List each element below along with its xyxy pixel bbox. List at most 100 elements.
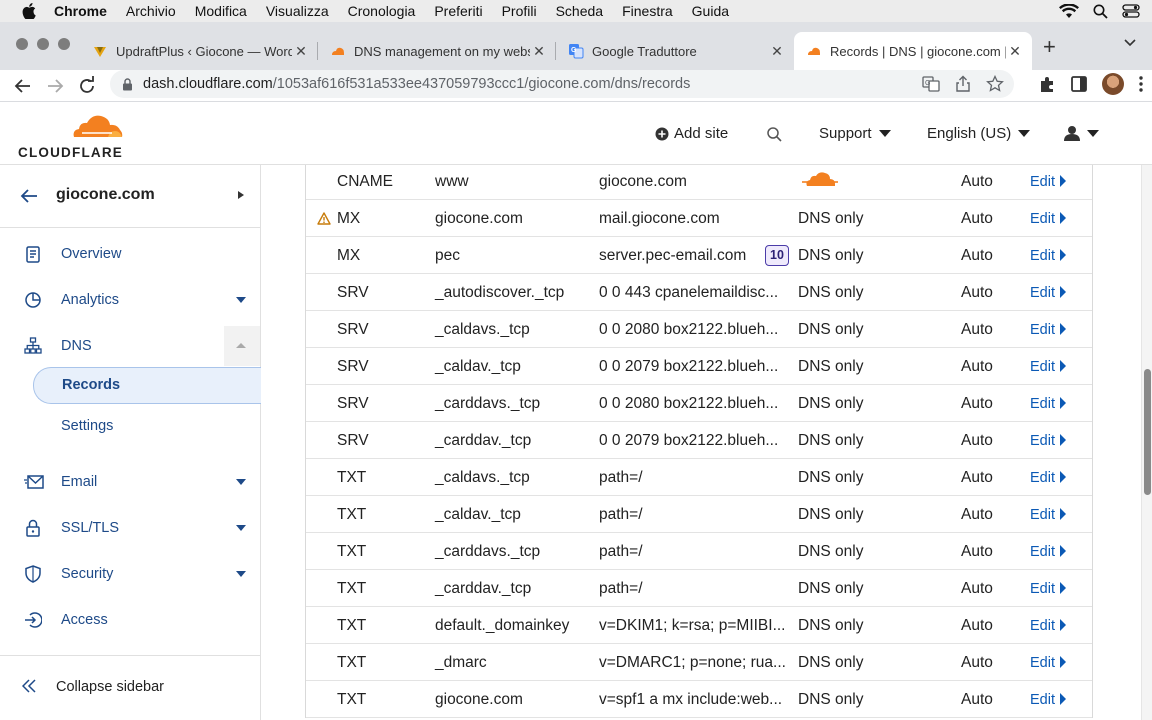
back-arrow-icon[interactable] <box>20 188 38 204</box>
sidebar-item-security[interactable]: Security <box>0 554 260 594</box>
record-name: _carddavs._tcp <box>435 543 541 560</box>
sidebar-item-label: Security <box>61 566 114 582</box>
kebab-menu-icon[interactable] <box>1138 75 1144 93</box>
dns-record-row[interactable]: TXT giocone.com v=spf1 a mx include:web...… <box>306 681 1092 718</box>
sidebar-item-analytics[interactable]: Analytics <box>0 280 260 320</box>
dns-record-row[interactable]: TXT _carddavs._tcp path=/ DNS only Auto Edit <box>306 533 1092 570</box>
browser-tab-records-dns[interactable]: Records | DNS | giocone.com | ✕ <box>794 32 1032 70</box>
edit-record-button[interactable]: Edit <box>1030 581 1066 597</box>
bookmark-star-icon[interactable] <box>986 75 1004 93</box>
chevron-down-icon[interactable] <box>236 479 246 485</box>
profile-avatar[interactable] <box>1102 73 1124 95</box>
dns-record-row[interactable]: TXT default._domainkey v=DKIM1; k=rsa; p=M… <box>306 607 1092 644</box>
sidebar-item-overview[interactable]: Overview <box>0 234 260 274</box>
new-tab-button[interactable]: + <box>1043 34 1056 60</box>
lock-icon[interactable] <box>122 77 133 91</box>
chevron-up-icon[interactable] <box>224 326 260 366</box>
edit-record-button[interactable]: Edit <box>1030 285 1066 301</box>
tab-search-chevron-icon[interactable] <box>1124 39 1136 47</box>
edit-record-button[interactable]: Edit <box>1030 507 1066 523</box>
dns-record-row[interactable]: MX giocone.com mail.giocone.com DNS only Aut… <box>306 200 1092 237</box>
close-tab-icon[interactable]: ✕ <box>768 43 786 60</box>
search-icon[interactable] <box>766 126 783 143</box>
share-icon[interactable] <box>954 75 972 93</box>
close-tab-icon[interactable]: ✕ <box>1006 43 1024 60</box>
edit-record-button[interactable]: Edit <box>1030 618 1066 634</box>
extensions-puzzle-icon[interactable] <box>1038 75 1056 93</box>
dns-record-row[interactable]: TXT _carddav._tcp path=/ DNS only Auto Edit <box>306 570 1092 607</box>
dns-record-row[interactable]: SRV _carddavs._tcp 0 0 2080 box2122.blueh.… <box>306 385 1092 422</box>
dns-record-row[interactable]: TXT _caldav._tcp path=/ DNS only Auto Edit <box>306 496 1092 533</box>
zone-selector[interactable]: giocone.com <box>0 165 260 228</box>
menu-chrome[interactable]: Chrome <box>54 3 107 19</box>
sidebar-subitem-records[interactable]: Records <box>33 367 261 404</box>
edit-record-button[interactable]: Edit <box>1030 211 1066 227</box>
page-scrollbar[interactable] <box>1141 165 1152 720</box>
browser-tab-dns-management[interactable]: DNS management on my webs ✕ <box>318 32 556 70</box>
edit-record-button[interactable]: Edit <box>1030 544 1066 560</box>
spotlight-search-icon[interactable] <box>1093 4 1108 19</box>
dns-record-row[interactable]: TXT _caldavs._tcp path=/ DNS only Auto Edit <box>306 459 1092 496</box>
chevron-down-icon[interactable] <box>236 571 246 577</box>
sidebar-subitem-settings[interactable]: Settings <box>61 418 113 434</box>
sidebar-item-label: Overview <box>61 246 122 262</box>
chevron-right-icon[interactable] <box>238 191 244 199</box>
control-center-icon[interactable] <box>1122 4 1140 18</box>
edit-record-button[interactable]: Edit <box>1030 433 1066 449</box>
forward-arrow-icon[interactable] <box>44 75 66 97</box>
zoom-window-button[interactable] <box>58 38 70 50</box>
warning-icon[interactable] <box>317 212 331 225</box>
edit-record-button[interactable]: Edit <box>1030 174 1066 190</box>
menu-guida[interactable]: Guida <box>692 3 729 19</box>
dns-record-row[interactable]: SRV _autodiscover._tcp 0 0 443 cpanelemail… <box>306 274 1092 311</box>
menu-preferiti[interactable]: Preferiti <box>434 3 482 19</box>
minimize-window-button[interactable] <box>37 38 49 50</box>
apple-icon[interactable] <box>20 3 38 19</box>
dns-record-row[interactable]: CNAMEwwwgiocone.comProxiedAutoEdit <box>306 165 1092 200</box>
dns-record-row[interactable]: SRV _caldavs._tcp 0 0 2080 box2122.blueh..… <box>306 311 1092 348</box>
close-tab-icon[interactable]: ✕ <box>292 43 310 60</box>
sidebar-item-dns[interactable]: DNS <box>0 326 260 366</box>
edit-record-button[interactable]: Edit <box>1030 655 1066 671</box>
edit-record-button[interactable]: Edit <box>1030 248 1066 264</box>
translate-page-icon[interactable]: G <box>922 75 940 93</box>
record-ttl: Auto <box>961 469 993 486</box>
address-bar[interactable]: dash.cloudflare.com/1053af616f531a533ee4… <box>110 70 1014 98</box>
sidebar-item-ssl-tls[interactable]: SSL/TLS <box>0 508 260 548</box>
browser-tab-google-translate[interactable]: G Google Traduttore ✕ <box>556 32 794 70</box>
close-tab-icon[interactable]: ✕ <box>530 43 548 60</box>
scrollbar-thumb[interactable] <box>1144 369 1151 495</box>
browser-tab-updraftplus[interactable]: UpdraftPlus ‹ Giocone — Word ✕ <box>80 32 318 70</box>
menu-finestra[interactable]: Finestra <box>622 3 673 19</box>
sidebar-item-access[interactable]: Access <box>0 600 260 640</box>
chevron-down-icon[interactable] <box>236 297 246 303</box>
back-arrow-icon[interactable] <box>12 75 34 97</box>
menu-scheda[interactable]: Scheda <box>556 3 603 19</box>
tab-title: DNS management on my webs <box>354 43 530 59</box>
menu-cronologia[interactable]: Cronologia <box>348 3 416 19</box>
edit-record-button[interactable]: Edit <box>1030 692 1066 708</box>
user-menu-dropdown[interactable] <box>1064 125 1099 141</box>
chevron-down-icon[interactable] <box>236 525 246 531</box>
menu-profili[interactable]: Profili <box>502 3 537 19</box>
sidebar-item-email[interactable]: Email <box>0 462 260 502</box>
collapse-sidebar-button[interactable]: Collapse sidebar <box>0 655 260 720</box>
add-site-button[interactable]: Add site <box>655 125 728 142</box>
dns-record-row[interactable]: TXT _dmarc v=DMARC1; p=none; rua... DNS onl… <box>306 644 1092 681</box>
edit-record-button[interactable]: Edit <box>1030 470 1066 486</box>
dns-record-row[interactable]: SRV _caldav._tcp 0 0 2079 box2122.blueh...… <box>306 348 1092 385</box>
reload-icon[interactable] <box>76 75 98 97</box>
language-dropdown[interactable]: English (US) <box>927 125 1031 142</box>
dns-record-row[interactable]: SRV _carddav._tcp 0 0 2079 box2122.blueh..… <box>306 422 1092 459</box>
support-dropdown[interactable]: Support <box>819 125 891 142</box>
edit-record-button[interactable]: Edit <box>1030 322 1066 338</box>
wifi-icon[interactable] <box>1059 3 1079 19</box>
close-window-button[interactable] <box>16 38 28 50</box>
menu-visualizza[interactable]: Visualizza <box>266 3 329 19</box>
dns-record-row[interactable]: MX pec server.pec-email.com 10 DNS only Auto E… <box>306 237 1092 274</box>
menu-modifica[interactable]: Modifica <box>195 3 247 19</box>
side-panel-icon[interactable] <box>1070 75 1088 93</box>
edit-record-button[interactable]: Edit <box>1030 396 1066 412</box>
menu-archivio[interactable]: Archivio <box>126 3 176 19</box>
edit-record-button[interactable]: Edit <box>1030 359 1066 375</box>
